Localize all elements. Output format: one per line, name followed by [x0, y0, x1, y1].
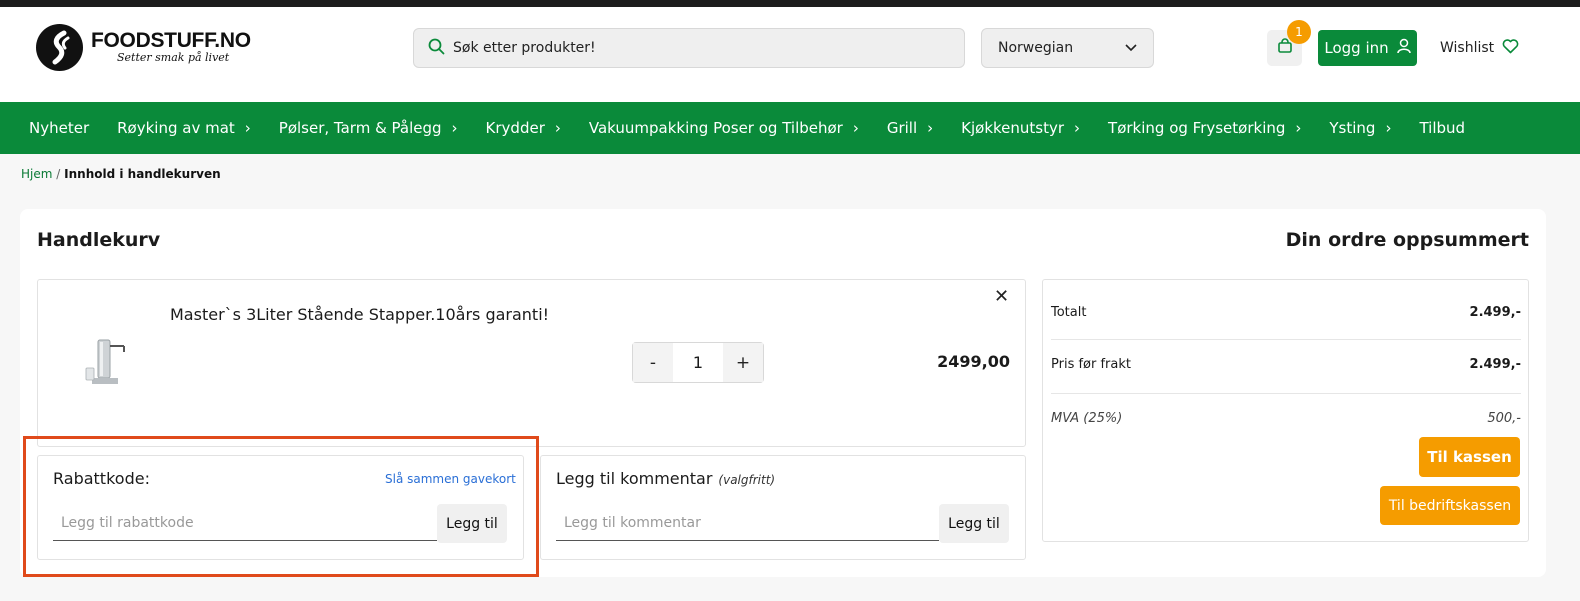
search-icon	[428, 38, 445, 59]
cart-title: Handlekurv	[37, 229, 161, 251]
search-placeholder: Søk etter produkter!	[453, 40, 596, 56]
chevron-right-icon: ›	[1074, 119, 1081, 137]
nav-item-royking[interactable]: Røyking av mat ›	[117, 119, 251, 137]
highlight-box	[23, 436, 539, 577]
business-checkout-button[interactable]: Til bedriftskassen	[1380, 486, 1520, 525]
logo-mark-icon	[36, 24, 83, 71]
nav-item-label: Tilbud	[1419, 119, 1466, 137]
comment-label: Legg til kommentar	[556, 469, 713, 488]
search-input[interactable]: Søk etter produkter!	[413, 28, 965, 68]
nav-item-label: Pølser, Tarm & Pålegg	[278, 119, 442, 137]
heart-icon	[1502, 38, 1519, 58]
product-image[interactable]	[80, 332, 130, 396]
language-value: Norwegian	[998, 40, 1074, 56]
main-navigation: Nyheter Røyking av mat › Pølser, Tarm & P…	[0, 102, 1580, 154]
nav-item-label: Kjøkkenutstyr	[961, 119, 1065, 137]
total-label: Totalt	[1051, 305, 1087, 320]
wishlist-label: Wishlist	[1440, 40, 1495, 56]
logo-tagline: Setter smak på livet	[117, 50, 230, 64]
nav-item-ysting[interactable]: Ysting ›	[1329, 119, 1391, 137]
nav-item-torking[interactable]: Tørking og Frysetørking ›	[1108, 119, 1301, 137]
logo-name: FOODSTUFF.NO	[91, 28, 251, 52]
pre-shipping-value: 2.499,-	[1469, 357, 1521, 372]
summary-vat-row: MVA (25%) 500,-	[1051, 411, 1521, 426]
site-logo[interactable]: FOODSTUFF.NO Setter smak på livet	[36, 24, 251, 71]
nav-item-label: Vakuumpakking Poser og Tilbehør	[588, 119, 843, 137]
breadcrumb-home-link[interactable]: Hjem	[21, 167, 52, 181]
divider	[1051, 339, 1521, 340]
checkout-button[interactable]: Til kassen	[1419, 437, 1520, 477]
breadcrumb-separator: /	[56, 167, 61, 181]
vat-label: MVA (25%)	[1051, 411, 1123, 426]
language-select[interactable]: Norwegian	[981, 28, 1154, 68]
chevron-down-icon	[1125, 40, 1137, 56]
comment-label-row: Legg til kommentar (valgfritt)	[556, 469, 775, 488]
nav-item-nyheter[interactable]: Nyheter	[29, 119, 89, 137]
user-icon	[1396, 38, 1411, 58]
breadcrumb-current: Innhold i handlekurven	[64, 167, 221, 181]
quantity-decrease-button[interactable]: -	[633, 343, 673, 382]
summary-pre-shipping-row: Pris før frakt 2.499,-	[1051, 357, 1521, 372]
vat-value: 500,-	[1487, 411, 1521, 426]
chevron-right-icon: ›	[1295, 119, 1302, 137]
nav-item-label: Tørking og Frysetørking	[1108, 119, 1286, 137]
chevron-right-icon: ›	[244, 119, 251, 137]
nav-item-vakuumpakking[interactable]: Vakuumpakking Poser og Tilbehør ›	[589, 119, 859, 137]
nav-item-label: Grill	[886, 119, 918, 137]
nav-item-krydder[interactable]: Krydder ›	[486, 119, 561, 137]
comment-optional-label: (valgfritt)	[718, 473, 776, 487]
chevron-right-icon: ›	[927, 119, 934, 137]
chevron-right-icon: ›	[852, 119, 859, 137]
divider	[1051, 393, 1521, 394]
item-price: 2499,00	[937, 352, 1010, 371]
nav-item-grill[interactable]: Grill ›	[887, 119, 933, 137]
nav-item-polser[interactable]: Pølser, Tarm & Pålegg ›	[279, 119, 458, 137]
quantity-value[interactable]: 1	[673, 353, 723, 372]
pre-shipping-label: Pris før frakt	[1051, 357, 1131, 372]
chevron-right-icon: ›	[554, 119, 561, 137]
nav-item-kjokkenutstyr[interactable]: Kjøkkenutstyr ›	[961, 119, 1080, 137]
nav-item-label: Røyking av mat	[117, 119, 235, 137]
summary-total-row: Totalt 2.499,-	[1051, 305, 1521, 320]
cart-count-badge: 1	[1287, 20, 1311, 44]
login-button[interactable]: Logg inn	[1318, 30, 1417, 66]
wishlist-link[interactable]: Wishlist	[1440, 30, 1519, 66]
remove-item-close-icon[interactable]: ✕	[994, 286, 1009, 307]
total-value: 2.499,-	[1469, 305, 1521, 320]
quantity-stepper: - 1 +	[632, 342, 764, 383]
nav-item-label: Ysting	[1329, 119, 1376, 137]
nav-item-label: Krydder	[485, 119, 545, 137]
nav-item-tilbud[interactable]: Tilbud	[1419, 119, 1465, 137]
breadcrumb: Hjem / Innhold i handlekurven	[21, 167, 221, 181]
add-comment-button[interactable]: Legg til	[939, 504, 1009, 543]
chevron-right-icon: ›	[1385, 119, 1392, 137]
comment-input[interactable]: Legg til kommentar	[556, 505, 939, 541]
nav-item-label: Nyheter	[29, 119, 90, 137]
quantity-increase-button[interactable]: +	[723, 343, 763, 382]
product-name[interactable]: Master`s 3Liter Stående Stapper.10års ga…	[170, 305, 549, 324]
chevron-right-icon: ›	[451, 119, 458, 137]
summary-title: Din ordre oppsummert	[1285, 229, 1529, 251]
top-strip	[0, 0, 1580, 7]
login-label: Logg inn	[1324, 39, 1389, 57]
